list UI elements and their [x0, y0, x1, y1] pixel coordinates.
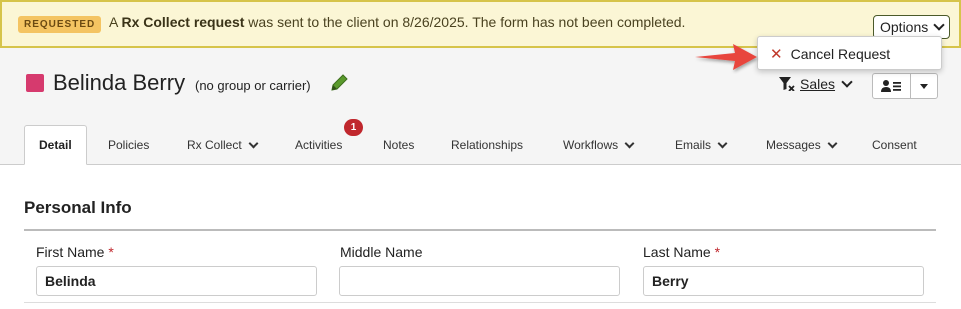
- user-list-icon: [880, 80, 901, 92]
- tab-activities[interactable]: Activities: [295, 125, 342, 165]
- last-name-input[interactable]: [643, 266, 924, 296]
- tab-bar: Detail Policies Rx Collect Activities No…: [0, 125, 961, 165]
- tab-policies[interactable]: Policies: [108, 125, 149, 165]
- tab-label: Relationships: [451, 138, 524, 152]
- options-dropdown-menu: ✕ Cancel Request: [757, 36, 942, 70]
- section-title: Personal Info: [24, 198, 132, 217]
- last-name-label-text: Last Name: [643, 244, 711, 260]
- tab-label: Consent: [872, 138, 917, 152]
- first-name-label: First Name *: [36, 244, 114, 260]
- required-indicator: *: [108, 244, 114, 260]
- activities-notification-badge: 1: [344, 119, 363, 136]
- x-icon: ✕: [770, 46, 783, 63]
- banner-message: A Rx Collect request was sent to the cli…: [109, 14, 685, 30]
- filter-icon: [779, 77, 795, 91]
- tab-messages[interactable]: Messages: [766, 125, 838, 165]
- required-indicator: *: [714, 244, 721, 260]
- tab-emails[interactable]: Emails: [675, 125, 728, 165]
- tab-label: Messages: [766, 138, 821, 152]
- sales-filter[interactable]: Sales: [779, 76, 853, 92]
- tab-label: Emails: [675, 138, 712, 152]
- tab-label: Rx Collect: [187, 138, 242, 152]
- annotation-arrow-icon: [695, 44, 757, 70]
- tab-label: Activities: [295, 138, 343, 152]
- first-name-label-text: First Name: [36, 244, 105, 260]
- section-bottom-divider: [24, 302, 936, 303]
- first-name-input[interactable]: [36, 266, 317, 296]
- last-name-label: Last Name *: [643, 244, 720, 260]
- tab-label: Workflows: [563, 138, 619, 152]
- detail-panel: Personal Info First Name * Middle Name L…: [0, 165, 961, 309]
- options-label: Options: [880, 19, 929, 35]
- tab-label: Detail: [39, 138, 72, 152]
- tab-label: Notes: [383, 138, 415, 152]
- tab-label: Policies: [108, 138, 150, 152]
- client-name: Belinda Berry: [53, 70, 186, 95]
- section-divider: [24, 229, 936, 231]
- group-carrier-label: (no group or carrier): [195, 78, 311, 93]
- pencil-edit-icon[interactable]: [329, 73, 349, 93]
- tab-detail[interactable]: Detail: [24, 125, 87, 165]
- chevron-down-icon: [933, 19, 945, 31]
- assign-user-button-group: [872, 73, 938, 99]
- tab-consent[interactable]: Consent: [872, 125, 917, 165]
- chevron-down-icon: [827, 138, 838, 148]
- chevron-down-icon: [841, 76, 853, 88]
- chevron-down-icon: [717, 138, 728, 148]
- cancel-request-menu-item[interactable]: ✕ Cancel Request: [770, 45, 890, 63]
- banner-text-bold: Rx Collect request: [121, 14, 245, 30]
- assign-user-button[interactable]: [873, 74, 911, 98]
- sales-label: Sales: [800, 76, 836, 92]
- tab-relationships[interactable]: Relationships: [451, 125, 523, 165]
- banner-text-suffix: was sent to the client on 8/26/2025. The…: [244, 14, 686, 30]
- tab-notes[interactable]: Notes: [383, 125, 414, 165]
- client-color-indicator: [26, 74, 44, 92]
- middle-name-label: Middle Name: [340, 244, 422, 260]
- middle-name-input[interactable]: [339, 266, 620, 296]
- tab-rx-collect[interactable]: Rx Collect: [187, 125, 259, 165]
- caret-down-icon: [920, 83, 928, 89]
- middle-name-label-text: Middle Name: [340, 244, 423, 260]
- tab-workflows[interactable]: Workflows: [563, 125, 635, 165]
- assign-user-dropdown-toggle[interactable]: [911, 74, 937, 98]
- cancel-request-label: Cancel Request: [790, 46, 891, 62]
- chevron-down-icon: [248, 138, 259, 148]
- status-badge: REQUESTED: [18, 16, 102, 33]
- chevron-down-icon: [624, 138, 635, 148]
- banner-text-prefix: A: [109, 14, 122, 30]
